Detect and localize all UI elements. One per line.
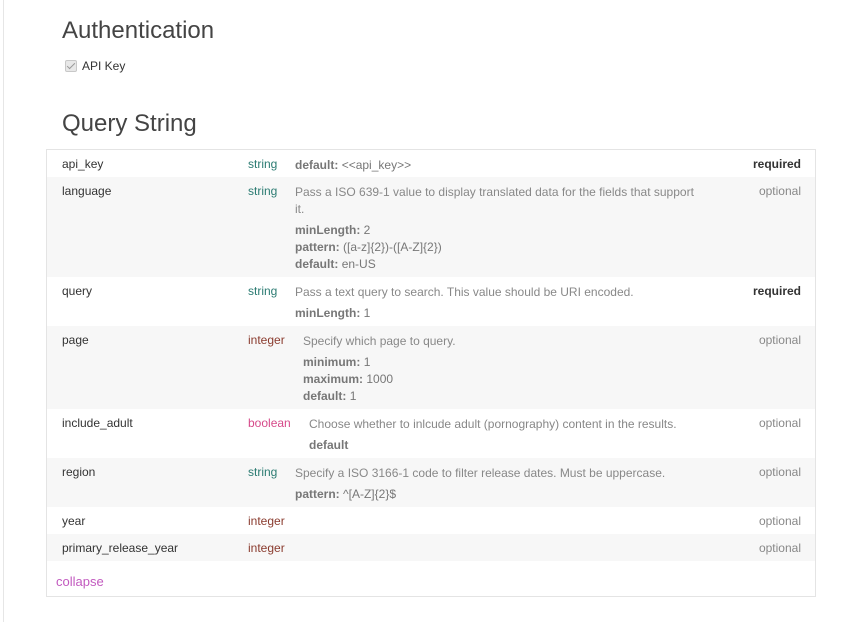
description-line: Pass a text query to search. This value … [295, 285, 634, 299]
param-name: region [62, 465, 96, 479]
param-required: required [752, 284, 801, 298]
param-description: Pass a ISO 639-1 value to display transl… [295, 184, 735, 273]
param-name: query [62, 284, 93, 298]
param-type: string [248, 184, 278, 198]
param-type: boolean [248, 416, 291, 430]
param-required: optional [758, 514, 801, 528]
description-line: Specify a ISO 3166-1 code to filter rele… [295, 466, 666, 480]
description-line: Choose whether to inlcude adult (pornogr… [309, 417, 677, 431]
param-required: optional [758, 541, 801, 555]
param-row-query: query string Pass a text query to search… [47, 277, 815, 326]
description-line: it. [295, 202, 305, 216]
param-required: optional [758, 333, 801, 347]
param-description: Specify which page to query. minimum: 1 … [303, 333, 456, 405]
param-row-primary-release-year: primary_release_year integer optional [47, 534, 815, 561]
param-name: language [62, 184, 112, 198]
meta-minimum: minimum: 1 [303, 355, 371, 369]
meta-min-length: minLength: 1 [295, 306, 371, 320]
param-type: integer [248, 514, 285, 528]
meta-min-length: minLength: 2 [295, 223, 371, 237]
param-name: api_key [62, 157, 104, 171]
api-key-checkbox[interactable] [65, 60, 77, 72]
param-name: year [62, 514, 86, 528]
param-description: Pass a text query to search. This value … [295, 284, 634, 322]
meta-maximum: maximum: 1000 [303, 372, 394, 386]
param-type: integer [248, 541, 285, 555]
meta-pattern: pattern: ^[A-Z]{2}$ [295, 487, 397, 501]
param-row-region: region string Specify a ISO 3166-1 code … [47, 458, 815, 507]
param-description: Choose whether to inlcude adult (pornogr… [309, 416, 677, 454]
param-required: required [752, 157, 801, 171]
param-name: include_adult [62, 416, 133, 430]
meta-default: default: 1 [303, 389, 357, 403]
meta-default: default: en-US [295, 257, 376, 271]
api-key-auth-option: API Key [65, 59, 125, 73]
param-name: primary_release_year [62, 541, 179, 555]
description-line: Pass a ISO 639-1 value to display transl… [295, 185, 694, 199]
param-type: integer [248, 333, 285, 347]
param-description: Specify a ISO 3166-1 code to filter rele… [295, 465, 665, 503]
param-row-language: language string Pass a ISO 639-1 value t… [47, 177, 815, 277]
param-name: page [62, 333, 89, 347]
api-docs-page: Authentication API Key Query String api_… [3, 0, 841, 622]
authentication-heading: Authentication [62, 17, 215, 44]
query-params-table: api_key string default: <<api_key>> requ… [46, 149, 816, 597]
param-row-api-key: api_key string default: <<api_key>> requ… [47, 150, 815, 177]
param-required: optional [758, 184, 801, 198]
param-type: string [248, 465, 278, 479]
param-row-year: year integer optional [47, 507, 815, 534]
api-key-label: API Key [82, 59, 126, 73]
meta-value: <<api_key>> [341, 158, 412, 172]
param-description: default: <<api_key>> [295, 157, 411, 174]
param-required: optional [758, 416, 801, 430]
query-string-heading: Query String [62, 110, 197, 137]
param-type: string [248, 157, 278, 171]
collapse-link[interactable]: collapse [56, 574, 104, 589]
meta-pattern: pattern: ([a-z]{2})-([A-Z]{2}) [295, 240, 442, 254]
description-line: Specify which page to query. [303, 334, 456, 348]
param-row-page: page integer Specify which page to query… [47, 326, 815, 409]
param-row-include-adult: include_adult boolean Choose whether to … [47, 409, 815, 458]
param-required: optional [758, 465, 801, 479]
param-type: string [248, 284, 278, 298]
meta-default: default [309, 438, 349, 452]
meta-key: default: [295, 158, 339, 172]
